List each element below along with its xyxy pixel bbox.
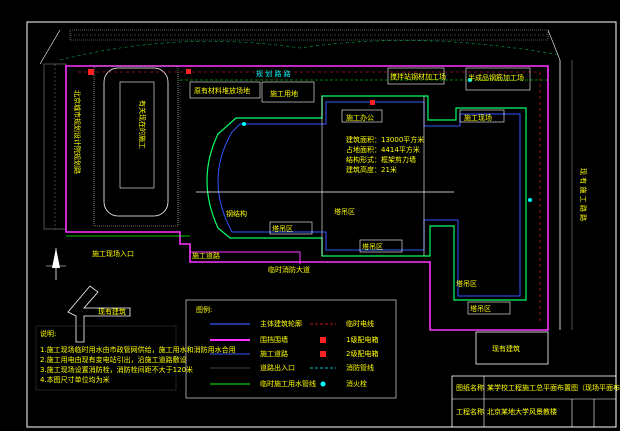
notes-title: 说明:: [40, 329, 56, 338]
zone-label-4: 塔吊区: [272, 224, 293, 233]
top-road-band: [69, 29, 549, 41]
entrance-label: 施工现场入口: [92, 249, 134, 258]
note-2: 2.施工用电由现有变电站引出，沿施工道路敷设: [40, 355, 187, 364]
legend-item-2: 围挡围墙: [260, 335, 288, 344]
right-road-label: 现 有 施 工 路 路: [579, 168, 588, 221]
inner-block-label: 有关现在的施工: [138, 100, 147, 149]
legend-item-r4: 消防管线: [346, 363, 374, 372]
north-label-1: 原有材料堆放场地: [194, 86, 250, 95]
zone-label-2: 施工现场: [464, 113, 492, 122]
left-road-label: 北京城市规划设计院规划路: [73, 90, 82, 174]
legend-title: 图例:: [196, 305, 212, 314]
title-row1-value: 某学校工程施工总平面布置图（现场平面布置图）: [487, 383, 620, 392]
info-line-4: 建筑高度：21米: [346, 165, 397, 174]
info-line-2: 占地面积：4414平方米: [346, 145, 420, 154]
legend-item-5: 临时施工用水管线: [260, 379, 316, 388]
title-row2-value: 北京某地大学风景教楼: [487, 407, 557, 416]
info-line-1: 建筑面积：13000平方米: [346, 135, 424, 144]
existing-building-1-label: 现有建筑: [98, 307, 126, 316]
cad-site-plan: 规 划 路 路 原有材料堆放场地 施工用地 搅拌站钢材加工场 半成品钢筋加工场 …: [26, 21, 620, 428]
zone-label-5: 塔吊区: [334, 207, 355, 216]
top-road-label: 规 划 路 路: [256, 69, 291, 78]
zone-label-6: 塔吊区: [362, 242, 383, 251]
legend-item-r3: 2级配电箱: [346, 349, 378, 358]
title-row1-label: 图纸名称: [456, 383, 484, 392]
legend-item-r2: 1级配电箱: [346, 335, 378, 344]
existing-building-2-label: 现有建筑: [492, 344, 520, 353]
zone-label-3: 钢结构: [226, 209, 247, 218]
north-label-2: 施工用地: [270, 89, 298, 98]
north-label-3: 搅拌站钢材加工场: [390, 72, 446, 81]
note-1: 1.施工现场临时用水由市政管网供给，施工用水和消防用水合用: [40, 345, 236, 354]
top-road-curve: [59, 40, 561, 61]
legend-item-3: 施工道路: [260, 349, 288, 358]
building-inner-road: [217, 101, 521, 297]
note-4: 4.本图尺寸单位均为米: [40, 375, 110, 384]
legend-item-4: 道路出入口: [260, 363, 295, 372]
north-arrow-icon: [46, 248, 66, 280]
title-row2-label: 工程名称: [456, 407, 484, 416]
zone-label-1: 施工办公: [346, 113, 374, 122]
left-parking-block: [93, 65, 179, 227]
legend-item-1: 主体建筑轮廓: [260, 319, 302, 328]
legend-item-r5: 消火栓: [346, 379, 367, 388]
construction-road-label: 施工道路: [192, 251, 220, 260]
north-label-4: 半成品钢筋加工场: [468, 73, 524, 82]
main-building-outline: [206, 95, 527, 301]
zone-label-8: 塔吊区: [456, 279, 477, 288]
zone-label-7: 塔吊区: [470, 304, 491, 313]
legend-item-r1: 临时电线: [346, 319, 374, 328]
note-3: 3.施工现场设置消防栓，消防栓间距不大于120米: [40, 365, 193, 374]
fire-road-label: 临时消防大道: [268, 265, 310, 274]
info-line-3: 结构形式：框架剪力墙: [346, 155, 416, 164]
